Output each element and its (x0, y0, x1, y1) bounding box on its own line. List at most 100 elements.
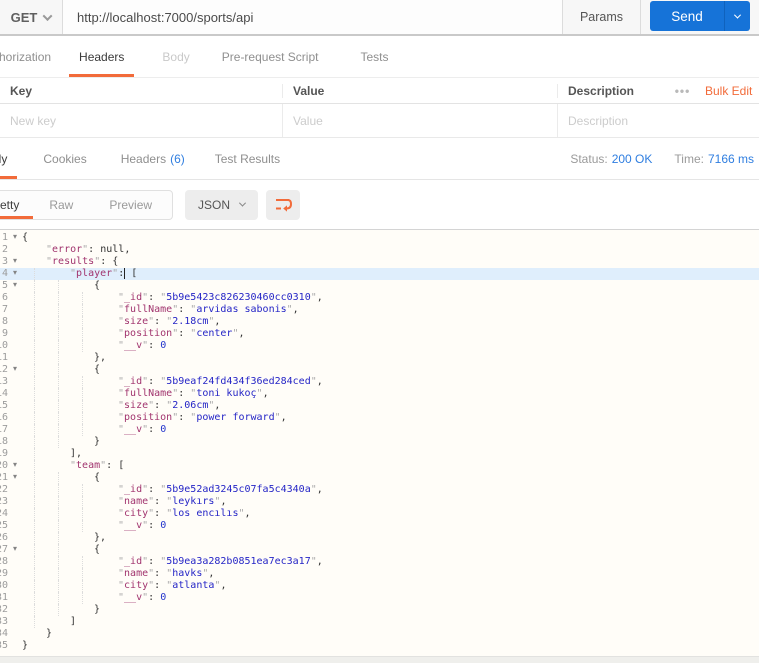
line-number: 28 (0, 556, 8, 567)
status-label: Status: (570, 151, 608, 166)
tab-response-body[interactable]: Body (0, 138, 18, 179)
line-number: 20 (0, 460, 8, 471)
indent-guide (58, 376, 59, 388)
code-line: 13"_id": "5b9eaf24fd434f36ed284ced", (0, 376, 759, 388)
format-select[interactable]: JSON (185, 189, 259, 220)
fold-arrow-icon[interactable]: ▾ (13, 543, 17, 555)
params-button[interactable]: Params (562, 0, 641, 34)
tab-pre-request-script[interactable]: Pre-request Script (212, 36, 329, 77)
tab-tests[interactable]: Tests (350, 36, 398, 77)
column-key: Key (0, 83, 283, 98)
code-line: 33] (0, 616, 759, 628)
url-field-wrap (63, 0, 562, 34)
headers-count-badge: (6) (170, 151, 185, 166)
tab-test-results[interactable]: Test Results (205, 138, 290, 179)
indent-guide (34, 616, 35, 628)
code-line: 18} (0, 436, 759, 448)
more-options-icon[interactable]: ••• (660, 84, 705, 98)
line-number: 19 (0, 448, 8, 459)
indent-guide (34, 496, 35, 508)
indent-guide (82, 304, 83, 316)
status-value: 200 OK (611, 151, 653, 166)
indent-guide (34, 508, 35, 520)
indent-guide (58, 328, 59, 340)
code-line: 27▾{ (0, 544, 759, 556)
mode-preview[interactable]: Preview (89, 191, 172, 219)
code-line: 24"city": "los encılıs", (0, 508, 759, 520)
code-line: 19], (0, 448, 759, 460)
bulk-edit-link[interactable]: Bulk Edit (705, 84, 759, 98)
code-line: 28"_id": "5b9ea3a282b0851ea7ec3a17", (0, 556, 759, 568)
wrap-text-button[interactable] (266, 189, 301, 220)
fold-arrow-icon[interactable]: ▾ (13, 363, 17, 375)
indent-guide (82, 556, 83, 568)
indent-guide (34, 592, 35, 604)
indent-guide (82, 520, 83, 532)
fold-arrow-icon[interactable]: ▾ (13, 267, 17, 279)
indent-guide (58, 400, 59, 412)
mode-raw[interactable]: Raw (33, 191, 89, 219)
url-input[interactable] (77, 9, 562, 25)
indent-guide (34, 484, 35, 496)
tab-response-headers[interactable]: Headers (6) (111, 138, 195, 179)
indent-guide (58, 580, 59, 592)
new-value-input[interactable] (293, 113, 557, 128)
line-number: 11 (0, 352, 8, 363)
code-line: 11}, (0, 352, 759, 364)
line-number: 6 (1, 292, 8, 303)
indent-guide (58, 604, 59, 616)
fold-arrow-icon[interactable]: ▾ (13, 459, 17, 471)
line-number: 24 (0, 508, 8, 519)
indent-guide (82, 580, 83, 592)
indent-guide (34, 424, 35, 436)
indent-guide (34, 400, 35, 412)
code-line: 1 ▾{ (0, 232, 759, 244)
bottom-scroll-strip[interactable] (0, 656, 759, 663)
line-number: 23 (0, 496, 8, 507)
method-select[interactable]: GET (0, 0, 63, 34)
indent-guide (34, 412, 35, 424)
fold-arrow-icon[interactable]: ▾ (13, 279, 17, 291)
code-line: 2 "error": null, (0, 244, 759, 256)
indent-guide (34, 316, 35, 328)
time-label: Time: (674, 151, 704, 166)
code-line: 34} (0, 628, 759, 640)
code-line: 17"__v": 0 (0, 424, 759, 436)
line-number: 8 (1, 316, 8, 327)
line-number: 26 (0, 532, 8, 543)
indent-guide (58, 352, 59, 364)
response-json: 1 ▾{2 "error": null, 3 ▾ "results": {4 ▾ "playe… (0, 232, 759, 652)
column-description: Description (568, 83, 635, 98)
tab-body[interactable]: Body (152, 36, 199, 77)
fold-arrow-icon[interactable]: ▾ (13, 471, 17, 483)
wrap-text-icon (275, 199, 292, 212)
kv-table-new-row (0, 104, 759, 138)
code-line: 5 ▾{ (0, 280, 759, 292)
tab-headers[interactable]: Headers (69, 36, 135, 77)
line-number: 13 (0, 376, 8, 387)
line-number: 5 (1, 280, 8, 291)
line-number: 35 (0, 640, 8, 651)
indent-guide (82, 316, 83, 328)
indent-guide (82, 400, 83, 412)
send-options-button[interactable] (724, 1, 750, 31)
code-line: 14"fullName": "toni kukoç", (0, 388, 759, 400)
indent-guide (58, 472, 59, 484)
mode-pretty[interactable]: Pretty (0, 191, 34, 219)
send-button[interactable]: Send (650, 1, 750, 31)
line-number: 2 (1, 244, 8, 255)
chevron-down-icon (42, 10, 53, 21)
tab-cookies[interactable]: Cookies (33, 138, 96, 179)
code-line: 23"name": "leykırs", (0, 496, 759, 508)
indent-guide (34, 352, 35, 364)
code-line: 6 "_id": "5b9e5423c826230460cc0310", (0, 292, 759, 304)
time-value: 7166 ms (707, 151, 754, 166)
new-description-input[interactable] (568, 113, 759, 128)
fold-arrow-icon[interactable]: ▾ (13, 255, 17, 267)
tab-authorization[interactable]: Authorization (0, 36, 51, 77)
line-number: 3 (1, 256, 8, 267)
fold-arrow-icon[interactable]: ▾ (13, 231, 17, 243)
code-line: 16"position": "power forward", (0, 412, 759, 424)
response-headers-label: Headers (120, 151, 167, 166)
new-key-input[interactable] (10, 113, 282, 128)
